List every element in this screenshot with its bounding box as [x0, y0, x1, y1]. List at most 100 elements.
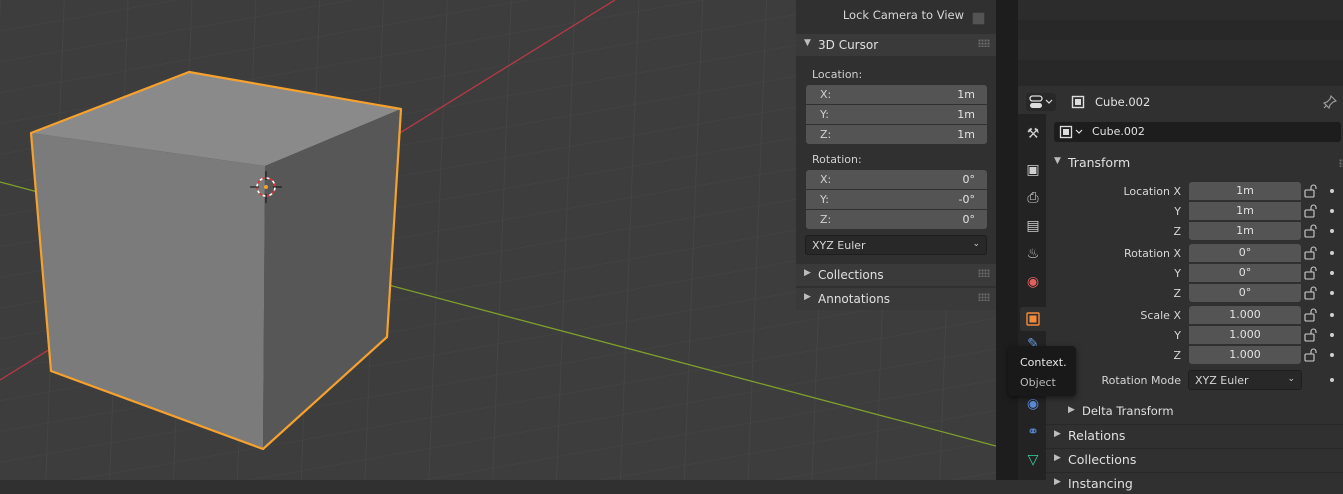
collapsed-triangle-icon: ▶	[1054, 453, 1061, 463]
editor-type-menu[interactable]	[1026, 93, 1056, 111]
unlock-icon[interactable]	[1304, 266, 1318, 280]
annotations-panel-header[interactable]: ▶ Annotations	[796, 288, 996, 310]
scale-x-field[interactable]: 1.000	[1189, 306, 1301, 324]
axis-label: Y:	[820, 108, 829, 121]
object-properties-content: Cube.002 ▼ Transform Location X 1m Y 1m …	[1046, 114, 1343, 491]
outliner-row[interactable]	[1018, 40, 1343, 60]
tooltip-value: Object	[1020, 376, 1056, 389]
collections-title: Collections	[818, 268, 884, 282]
unlock-icon[interactable]	[1304, 204, 1318, 218]
drag-grip-icon[interactable]	[1339, 159, 1343, 167]
rotation-x-field[interactable]: 0°	[1189, 244, 1301, 262]
annotations-title: Annotations	[818, 292, 891, 306]
transform-section-header[interactable]: ▼ Transform	[1046, 152, 1343, 174]
unlock-icon[interactable]	[1304, 184, 1318, 198]
expand-triangle-icon: ▼	[804, 38, 811, 48]
unlock-icon[interactable]	[1304, 286, 1318, 300]
keyframe-dot-icon[interactable]	[1330, 251, 1334, 255]
instancing-header[interactable]: ▶ Instancing	[1046, 472, 1343, 494]
collapsed-triangle-icon: ▶	[804, 268, 811, 278]
properties-editor: Cube.002 ⚒ ▣ ⎙ ▤ ♨ ◉ ✎ ◉ ⚭ ▽ Cube.002 ▼ …	[1018, 90, 1343, 491]
keyframe-dot-icon[interactable]	[1330, 209, 1334, 213]
collections-panel-header[interactable]: ▶ Collections	[796, 264, 996, 286]
rotation-y-field[interactable]: 0°	[1189, 264, 1301, 282]
object-name-field[interactable]: Cube.002	[1054, 122, 1341, 142]
drag-grip-icon[interactable]	[978, 293, 990, 301]
scene-icon: ♨	[1026, 246, 1040, 262]
cursor-location-z-field[interactable]: Z: 1m	[806, 125, 987, 144]
physics-icon: ◉	[1026, 396, 1040, 412]
tool-icon: ⚒	[1026, 126, 1040, 142]
object-name-value: Cube.002	[1092, 125, 1145, 138]
chevron-down-icon: ⌄	[1287, 374, 1295, 384]
tab-data[interactable]: ▽	[1020, 448, 1046, 472]
tab-object[interactable]	[1020, 307, 1046, 331]
location-x-label: Location X	[1123, 185, 1181, 198]
tab-render[interactable]: ▣	[1020, 158, 1046, 182]
tab-scene[interactable]: ♨	[1020, 242, 1046, 266]
tooltip-title: Context.	[1020, 356, 1067, 369]
tab-constraints[interactable]: ⚭	[1020, 420, 1046, 444]
unlock-icon[interactable]	[1304, 308, 1318, 322]
outliner-row[interactable]	[1018, 0, 1343, 20]
delta-transform-header[interactable]: ▶ Delta Transform	[1046, 401, 1343, 423]
location-z-field[interactable]: 1m	[1189, 222, 1301, 240]
location-x-field[interactable]: 1m	[1189, 182, 1301, 200]
rotation-mode-value: XYZ Euler	[812, 239, 866, 252]
keyframe-dot-icon[interactable]	[1330, 353, 1334, 357]
rotation-mode-select[interactable]: XYZ Euler ⌄	[1188, 370, 1302, 390]
field-value: 0°	[1238, 266, 1252, 279]
object-data-selector[interactable]	[1058, 124, 1086, 140]
keyframe-dot-icon[interactable]	[1330, 271, 1334, 275]
axis-value: -0°	[958, 193, 975, 206]
cursor-rotation-label: Rotation:	[812, 153, 862, 166]
drag-grip-icon[interactable]	[978, 39, 990, 47]
area-divider[interactable]	[996, 0, 1018, 480]
lock-camera-row: Lock Camera to View	[796, 4, 996, 26]
unlock-icon[interactable]	[1304, 328, 1318, 342]
tab-view-layer[interactable]: ▤	[1020, 214, 1046, 238]
keyframe-dot-icon[interactable]	[1330, 378, 1334, 382]
render-icon: ▣	[1026, 162, 1040, 178]
cursor-rotation-y-field[interactable]: Y: -0°	[806, 190, 987, 209]
drag-grip-icon[interactable]	[978, 269, 990, 277]
field-value: 1m	[1236, 184, 1254, 197]
unlock-icon[interactable]	[1304, 246, 1318, 260]
cursor-rotation-x-field[interactable]: X: 0°	[806, 170, 987, 189]
lock-camera-checkbox[interactable]	[972, 12, 985, 25]
cursor-location-y-field[interactable]: Y: 1m	[806, 105, 987, 124]
location-y-field[interactable]: 1m	[1189, 202, 1301, 220]
keyframe-dot-icon[interactable]	[1330, 333, 1334, 337]
collections-header[interactable]: ▶ Collections	[1046, 448, 1343, 470]
axis-value: 1m	[957, 88, 975, 101]
tab-output[interactable]: ⎙	[1020, 186, 1046, 210]
keyframe-dot-icon[interactable]	[1330, 229, 1334, 233]
tab-world[interactable]: ◉	[1020, 270, 1046, 294]
cursor-location-label: Location:	[812, 68, 863, 81]
rotation-y-label: Y	[1174, 267, 1181, 280]
unlock-icon[interactable]	[1304, 224, 1318, 238]
collapsed-triangle-icon: ▶	[1054, 477, 1061, 487]
outliner-area[interactable]	[1018, 0, 1343, 86]
unlock-icon[interactable]	[1304, 348, 1318, 362]
axis-label: X:	[820, 173, 832, 186]
cursor-location-x-field[interactable]: X: 1m	[806, 85, 987, 104]
field-value: 0°	[1238, 246, 1252, 259]
rotation-mode-label: Rotation Mode	[1101, 374, 1181, 387]
tab-tool[interactable]: ⚒	[1020, 122, 1046, 146]
object-type-icon	[1059, 125, 1083, 139]
cursor-rotation-z-field[interactable]: Z: 0°	[806, 210, 987, 229]
keyframe-dot-icon[interactable]	[1330, 291, 1334, 295]
transform-title: Transform	[1068, 155, 1131, 170]
collapsed-triangle-icon: ▶	[1054, 429, 1061, 439]
axis-label: Z:	[820, 213, 832, 226]
scale-y-field[interactable]: 1.000	[1189, 326, 1301, 344]
keyframe-dot-icon[interactable]	[1330, 313, 1334, 317]
scale-z-field[interactable]: 1.000	[1189, 346, 1301, 364]
cursor-rotation-mode-select[interactable]: XYZ Euler ⌄	[805, 235, 987, 255]
keyframe-dot-icon[interactable]	[1330, 189, 1334, 193]
3d-cursor-panel-header[interactable]: ▼ 3D Cursor	[796, 34, 996, 56]
pin-icon[interactable]	[1322, 94, 1338, 110]
rotation-z-field[interactable]: 0°	[1189, 284, 1301, 302]
relations-header[interactable]: ▶ Relations	[1046, 424, 1343, 446]
